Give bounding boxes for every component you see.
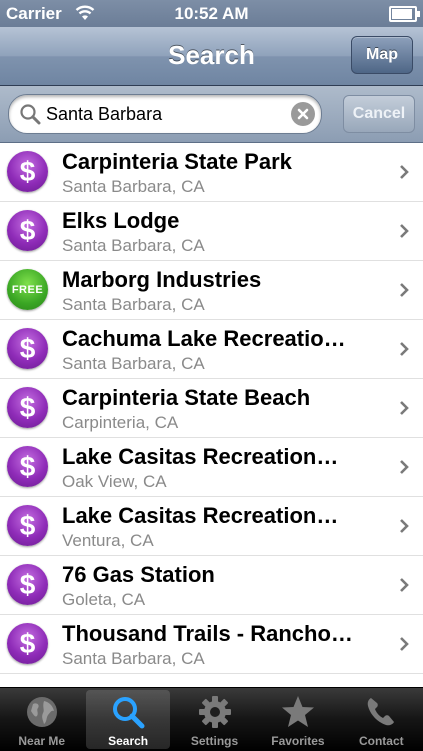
chevron-right-icon	[400, 637, 409, 651]
item-title: 76 Gas Station	[62, 562, 215, 587]
tab-near-me[interactable]: Near Me	[0, 688, 83, 751]
tab-settings[interactable]: Settings	[173, 688, 256, 751]
globe-icon	[26, 697, 57, 727]
tab-label: Contact	[358, 734, 404, 748]
list-item[interactable]: FREE Marborg Industries Santa Barbara, C…	[0, 261, 423, 320]
item-title: Elks Lodge	[62, 208, 180, 233]
list-item[interactable]: $ Carpinteria State Beach Carpinteria, C…	[0, 379, 423, 438]
list-item[interactable]: $ Carpinteria State Park Santa Barbara, …	[0, 143, 423, 202]
chevron-right-icon	[400, 519, 409, 533]
search-field[interactable]	[8, 94, 322, 134]
search-icon	[20, 104, 41, 125]
chevron-right-icon	[400, 460, 409, 474]
item-location: Santa Barbara, CA	[62, 236, 205, 255]
item-location: Oak View, CA	[62, 472, 167, 491]
price-badge: $	[7, 151, 48, 192]
item-title: Lake Casitas Recreation…	[62, 503, 339, 528]
clear-search-button[interactable]	[291, 102, 315, 126]
tab-favorites[interactable]: Favorites	[256, 688, 339, 751]
chevron-right-icon	[400, 578, 409, 592]
tab-search[interactable]: Search	[86, 690, 170, 749]
item-location: Santa Barbara, CA	[62, 177, 205, 196]
status-time: 10:52 AM	[174, 4, 249, 23]
chevron-right-icon	[400, 283, 409, 297]
price-badge: $	[7, 328, 48, 369]
gear-icon	[198, 696, 231, 728]
navigation-bar: Search Map	[0, 27, 423, 86]
list-item[interactable]: $ Elks Lodge Santa Barbara, CA	[0, 202, 423, 261]
price-badge: $	[7, 210, 48, 251]
price-badge: $	[7, 505, 48, 546]
item-title: Carpinteria State Park	[62, 149, 292, 174]
tab-bar: Near Me Search Settings Favorites Contac…	[0, 687, 423, 751]
list-item[interactable]: $ Cachuma Lake Recreatio… Santa Barbara,…	[0, 320, 423, 379]
chevron-right-icon	[400, 224, 409, 238]
list-item[interactable]: $ 76 Gas Station Goleta, CA	[0, 556, 423, 615]
item-location: Santa Barbara, CA	[62, 295, 205, 314]
close-icon	[297, 108, 309, 120]
item-location: Carpinteria, CA	[62, 413, 179, 432]
tab-label: Search	[108, 734, 149, 748]
item-location: Ventura, CA	[62, 531, 154, 550]
price-badge: $	[7, 623, 48, 664]
tab-contact[interactable]: Contact	[340, 688, 423, 751]
battery-level	[392, 9, 412, 19]
phone-icon	[368, 698, 395, 726]
list-item[interactable]: $ Lake Casitas Recreation… Oak View, CA	[0, 438, 423, 497]
tab-label: Near Me	[18, 734, 66, 748]
price-badge: $	[7, 446, 48, 487]
search-bar: Cancel	[0, 86, 423, 143]
star-icon	[281, 696, 314, 727]
list-item[interactable]: $ Thousand Trails - Rancho… Santa Barbar…	[0, 615, 423, 674]
price-badge: FREE	[7, 269, 48, 310]
map-button[interactable]: Map	[351, 36, 413, 74]
item-location: Goleta, CA	[62, 590, 146, 609]
item-location: Santa Barbara, CA	[62, 354, 205, 373]
item-title: Lake Casitas Recreation…	[62, 444, 339, 469]
item-title: Marborg Industries	[62, 267, 262, 292]
item-title: Thousand Trails - Rancho…	[62, 621, 353, 646]
battery-icon	[389, 6, 420, 22]
tab-label: Favorites	[271, 734, 325, 748]
price-badge: $	[7, 564, 48, 605]
results-list: $ Carpinteria State Park Santa Barbara, …	[0, 143, 423, 687]
chevron-right-icon	[400, 342, 409, 356]
cancel-button[interactable]: Cancel	[343, 95, 415, 133]
item-title: Carpinteria State Beach	[62, 385, 311, 410]
item-location: Santa Barbara, CA	[62, 649, 205, 668]
search-icon	[113, 697, 145, 729]
tab-label: Settings	[190, 734, 239, 748]
status-bar: Carrier 10:52 AM	[0, 0, 423, 27]
chevron-right-icon	[400, 165, 409, 179]
item-title: Cachuma Lake Recreatio…	[62, 326, 346, 351]
chevron-right-icon	[400, 401, 409, 415]
list-item[interactable]: $ Lake Casitas Recreation… Ventura, CA	[0, 497, 423, 556]
price-badge: $	[7, 387, 48, 428]
search-input[interactable]	[46, 102, 281, 126]
